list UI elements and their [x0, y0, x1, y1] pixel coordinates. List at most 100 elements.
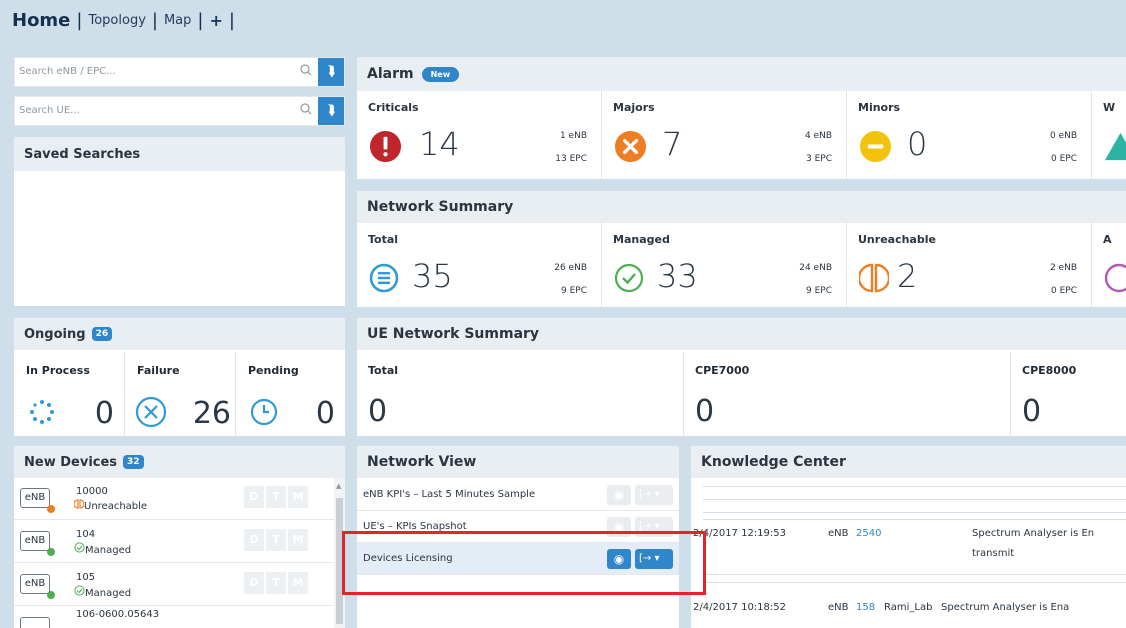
alarm-panel: Alarm New Criticals 14 1 eNB 13 EPC Majo… [357, 57, 1126, 179]
ue-search-input[interactable]: Search UE... ⮯ [14, 96, 345, 126]
warnings-label: W [1103, 101, 1116, 114]
chevron-down-icon[interactable]: ⮯ [318, 97, 344, 125]
t-button[interactable]: T [266, 529, 286, 551]
majors-label: Majors [613, 101, 655, 114]
device-row[interactable]: 106-0600.05643 [14, 607, 336, 628]
d-button[interactable]: D [244, 486, 264, 508]
kc-date: 2/4/2017 12:19:53 [693, 528, 787, 539]
enb-device-icon [20, 617, 50, 628]
enb-device-icon: eNB [20, 488, 50, 508]
ongoing-count-badge: 26 [91, 327, 113, 341]
unreachable-icon [859, 263, 889, 293]
device-status-text: Unreachable [84, 501, 148, 512]
ue-cpe7000[interactable]: CPE7000 0 [684, 352, 1011, 436]
add-tab-button[interactable]: + [209, 11, 222, 30]
unreachable-count: 2 [897, 257, 918, 295]
enb-device-icon: eNB [20, 574, 50, 594]
cpe7000-count: 0 [695, 394, 715, 429]
criticals-count: 14 [419, 125, 460, 163]
device-status: Managed [74, 542, 131, 556]
ue-total-label: Total [368, 364, 399, 377]
total-count: 35 [412, 257, 453, 295]
knowledge-row[interactable]: 2/4/2017 10:18:52 eNB 158 Rami_Lab Spect… [691, 602, 1126, 628]
new-devices-panel: New Devices 32 eNB 10000 Unreachable DTM… [14, 446, 345, 628]
device-actions: DTM [244, 486, 308, 508]
pending-count: 0 [315, 396, 335, 431]
pending-label: Pending [248, 364, 299, 377]
m-button[interactable]: M [288, 486, 308, 508]
unreachable-epc: 0 EPC [1051, 286, 1077, 296]
new-badge: New [421, 66, 460, 82]
tab-separator: | [76, 10, 83, 31]
total-enb: 26 eNB [554, 263, 587, 273]
eye-icon[interactable]: ◉ [607, 485, 631, 505]
exclamation-icon [369, 130, 402, 163]
new-devices-title: New Devices [24, 454, 118, 470]
m-button[interactable]: M [288, 529, 308, 551]
list-icon [369, 263, 399, 293]
summary-total[interactable]: Total 35 26 eNB 9 EPC [357, 223, 602, 307]
ue-total[interactable]: Total 0 [357, 352, 684, 436]
device-row[interactable]: eNB 105 Managed DTM [14, 564, 336, 606]
ongoing-failure[interactable]: Failure 26 [125, 352, 236, 436]
knowledge-row[interactable]: 2/4/2017 12:19:53 eNB 2540 Spectrum Anal… [691, 528, 1126, 578]
summary-a[interactable]: A [1092, 223, 1126, 307]
failure-count: 26 [192, 396, 231, 431]
saved-searches-panel: Saved Searches [14, 137, 345, 306]
enb-search-input[interactable]: Search eNB / EPC... ⮯ [14, 57, 345, 87]
alarm-warnings[interactable]: W [1092, 91, 1126, 179]
managed-epc: 9 EPC [806, 286, 832, 296]
alarm-majors[interactable]: Majors 7 4 eNB 3 EPC [602, 91, 847, 179]
device-row[interactable]: eNB 10000 Unreachable DTM [14, 478, 336, 520]
unreachable-enb: 2 eNB [1049, 263, 1077, 273]
in-process-count: 0 [94, 396, 114, 431]
ue-summary-title: UE Network Summary [357, 318, 1126, 350]
d-button[interactable]: D [244, 572, 264, 594]
device-status: Unreachable [73, 499, 148, 512]
alarm-header: Alarm New [357, 57, 1126, 91]
chevron-down-icon[interactable]: ⮯ [318, 58, 344, 86]
kc-desc: Spectrum Analyser is Ena [941, 602, 1070, 613]
m-button[interactable]: M [288, 572, 308, 594]
device-actions: DTM [244, 572, 308, 594]
d-button[interactable]: D [244, 529, 264, 551]
ongoing-pending[interactable]: Pending 0 [236, 352, 345, 436]
cpe8000-label: CPE8000 [1022, 364, 1077, 377]
summary-managed[interactable]: Managed 33 24 eNB 9 EPC [602, 223, 847, 307]
network-view-item-label: eNB KPI's – Last 5 Minutes Sample [363, 489, 536, 500]
ue-cpe8000[interactable]: CPE8000 0 [1011, 352, 1126, 436]
kc-user: Rami_Lab [884, 602, 933, 613]
kc-id-link[interactable]: 158 [856, 602, 875, 613]
new-devices-count-badge: 32 [123, 455, 144, 469]
kc-type: eNB [828, 602, 849, 613]
tab-map[interactable]: Map [164, 13, 191, 28]
divider [703, 512, 1126, 513]
alarm-minors[interactable]: Minors 0 0 eNB 0 EPC [847, 91, 1092, 179]
kc-id-link[interactable]: 2540 [856, 528, 881, 539]
summary-unreachable[interactable]: Unreachable 2 2 eNB 0 EPC [847, 223, 1092, 307]
network-summary-panel: Network Summary Total 35 26 eNB 9 EPC Ma… [357, 191, 1126, 307]
search-icon[interactable] [300, 64, 312, 76]
device-row[interactable]: eNB 104 Managed DTM [14, 521, 336, 563]
majors-enb: 4 eNB [804, 131, 832, 141]
a-label: A [1103, 233, 1112, 246]
in-process-label: In Process [26, 364, 90, 377]
minors-epc: 0 EPC [1051, 154, 1077, 164]
device-status-text: Managed [85, 545, 132, 556]
tab-home[interactable]: Home [12, 10, 70, 31]
export-menu-button[interactable]: [→ ▾ [635, 485, 673, 505]
t-button[interactable]: T [266, 572, 286, 594]
network-view-item[interactable]: eNB KPI's – Last 5 Minutes Sample ◉ [→ ▾ [357, 479, 679, 511]
scroll-up-icon[interactable]: ▲ [336, 482, 341, 490]
search-icon[interactable] [300, 103, 312, 115]
majors-count: 7 [662, 125, 683, 163]
criticals-enb: 1 eNB [559, 131, 587, 141]
t-button[interactable]: T [266, 486, 286, 508]
minors-count: 0 [907, 125, 928, 163]
circle-icon [1104, 263, 1126, 293]
ongoing-in-process[interactable]: In Process 0 [14, 352, 125, 436]
top-tab-bar: Home | Topology | Map | + | [12, 10, 241, 31]
tab-topology[interactable]: Topology [88, 13, 145, 28]
alarm-criticals[interactable]: Criticals 14 1 eNB 13 EPC [357, 91, 602, 179]
status-dot [47, 548, 55, 556]
